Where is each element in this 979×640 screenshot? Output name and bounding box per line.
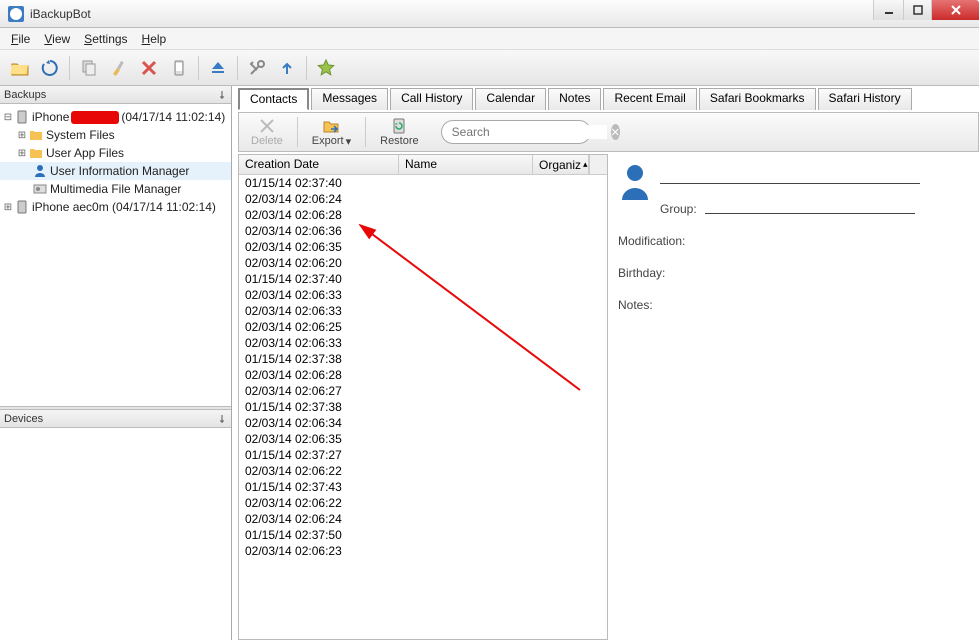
- table-row[interactable]: 02/03/14 02:06:33: [239, 335, 607, 351]
- contact-name-field: [660, 170, 920, 184]
- table-row[interactable]: 02/03/14 02:06:24: [239, 511, 607, 527]
- tab-safari-bookmarks[interactable]: Safari Bookmarks: [699, 88, 816, 110]
- contact-detail-panel: Group: Modification: Birthday: Notes:: [608, 154, 979, 640]
- refresh-button[interactable]: [36, 54, 64, 82]
- menu-help[interactable]: Help: [135, 30, 174, 48]
- restore-icon: [390, 117, 408, 135]
- menu-file[interactable]: File: [4, 30, 37, 48]
- modification-label: Modification:: [618, 234, 685, 248]
- redacted-name: [71, 111, 119, 124]
- tree-node-system-files[interactable]: ⊞ System Files: [0, 126, 231, 144]
- eject-button[interactable]: [204, 54, 232, 82]
- group-label: Group:: [660, 202, 697, 216]
- group-field: [705, 202, 915, 214]
- delete-button[interactable]: Delete: [245, 117, 289, 147]
- clear-search-button[interactable]: ✕: [611, 124, 620, 140]
- maximize-button[interactable]: [903, 0, 931, 20]
- table-row[interactable]: 02/03/14 02:06:34: [239, 415, 607, 431]
- phone-icon: [14, 199, 30, 215]
- sort-arrow-icon: ▴: [583, 159, 588, 170]
- devices-panel-header: Devices: [0, 410, 231, 428]
- tab-safari-history[interactable]: Safari History: [818, 88, 912, 110]
- list-rows[interactable]: 01/15/14 02:37:4002/03/14 02:06:2402/03/…: [239, 175, 607, 639]
- table-row[interactable]: 02/03/14 02:06:35: [239, 431, 607, 447]
- table-row[interactable]: 01/15/14 02:37:27: [239, 447, 607, 463]
- table-row[interactable]: 01/15/14 02:37:40: [239, 271, 607, 287]
- upload-button[interactable]: [273, 54, 301, 82]
- table-row[interactable]: 01/15/14 02:37:50: [239, 527, 607, 543]
- tab-notes[interactable]: Notes: [548, 88, 601, 110]
- table-row[interactable]: 02/03/14 02:06:22: [239, 495, 607, 511]
- table-row[interactable]: 01/15/14 02:37:40: [239, 175, 607, 191]
- media-icon: [32, 181, 48, 197]
- phone-button[interactable]: [165, 54, 193, 82]
- table-row[interactable]: 02/03/14 02:06:36: [239, 223, 607, 239]
- column-organization[interactable]: Organiz▴: [533, 155, 589, 174]
- open-folder-button[interactable]: [6, 54, 34, 82]
- table-row[interactable]: 01/15/14 02:37:38: [239, 399, 607, 415]
- column-creation-date[interactable]: Creation Date: [239, 155, 399, 174]
- titlebar[interactable]: iBackupBot: [0, 0, 979, 28]
- tree-node-device1[interactable]: ⊟ iPhone (04/17/14 11:02:14): [0, 108, 231, 126]
- column-name[interactable]: Name: [399, 155, 533, 174]
- table-row[interactable]: 01/15/14 02:37:43: [239, 479, 607, 495]
- tabs: Contacts Messages Call History Calendar …: [238, 88, 979, 110]
- backups-panel-header: Backups: [0, 86, 231, 104]
- chevron-down-icon: ▾: [346, 135, 352, 148]
- birthday-label: Birthday:: [618, 266, 665, 280]
- tab-contacts[interactable]: Contacts: [238, 88, 309, 110]
- table-row[interactable]: 02/03/14 02:06:20: [239, 255, 607, 271]
- table-row[interactable]: 01/15/14 02:37:38: [239, 351, 607, 367]
- table-row[interactable]: 02/03/14 02:06:33: [239, 287, 607, 303]
- search-box[interactable]: ✕: [441, 120, 591, 144]
- person-icon: [32, 163, 48, 179]
- table-row[interactable]: 02/03/14 02:06:25: [239, 319, 607, 335]
- export-button[interactable]: Export▾: [306, 117, 357, 148]
- tab-recent-email[interactable]: Recent Email: [603, 88, 696, 110]
- tab-calendar[interactable]: Calendar: [475, 88, 546, 110]
- minimize-button[interactable]: [873, 0, 903, 20]
- table-row[interactable]: 02/03/14 02:06:28: [239, 367, 607, 383]
- tree-node-user-app-files[interactable]: ⊞ User App Files: [0, 144, 231, 162]
- app-icon: [8, 6, 24, 22]
- table-row[interactable]: 02/03/14 02:06:27: [239, 383, 607, 399]
- folder-icon: [28, 127, 44, 143]
- table-row[interactable]: 02/03/14 02:06:28: [239, 207, 607, 223]
- window-title: iBackupBot: [30, 7, 91, 21]
- brush-button[interactable]: [105, 54, 133, 82]
- tab-call-history[interactable]: Call History: [390, 88, 473, 110]
- restore-button[interactable]: Restore: [374, 117, 425, 147]
- tree-node-user-info-manager[interactable]: User Information Manager: [0, 162, 231, 180]
- avatar-icon: [618, 162, 652, 200]
- folder-icon: [28, 145, 44, 161]
- menu-settings[interactable]: Settings: [77, 30, 134, 48]
- table-row[interactable]: 02/03/14 02:06:23: [239, 543, 607, 559]
- pin-icon[interactable]: [217, 414, 227, 424]
- copy-button[interactable]: [75, 54, 103, 82]
- search-input[interactable]: [452, 125, 607, 139]
- table-row[interactable]: 02/03/14 02:06:24: [239, 191, 607, 207]
- close-button[interactable]: [931, 0, 979, 20]
- devices-body: [0, 428, 231, 640]
- pin-icon[interactable]: [217, 90, 227, 100]
- menu-view[interactable]: View: [37, 30, 77, 48]
- export-icon: [322, 117, 340, 135]
- menubar: File View Settings Help: [0, 28, 979, 50]
- notes-label: Notes:: [618, 298, 653, 312]
- tree-node-device2[interactable]: ⊞ iPhone aec0m (04/17/14 11:02:14): [0, 198, 231, 216]
- main-toolbar: [0, 50, 979, 86]
- action-bar: Delete Export▾ Restore ✕: [238, 112, 979, 152]
- delete-x-button[interactable]: [135, 54, 163, 82]
- tools-button[interactable]: [243, 54, 271, 82]
- table-row[interactable]: 02/03/14 02:06:22: [239, 463, 607, 479]
- table-row[interactable]: 02/03/14 02:06:35: [239, 239, 607, 255]
- tree-node-multimedia-manager[interactable]: Multimedia File Manager: [0, 180, 231, 198]
- delete-icon: [258, 117, 276, 135]
- table-row[interactable]: 02/03/14 02:06:33: [239, 303, 607, 319]
- contacts-list: Creation Date Name Organiz▴ 01/15/14 02:…: [238, 154, 608, 640]
- tab-messages[interactable]: Messages: [311, 88, 388, 110]
- phone-icon: [14, 109, 30, 125]
- star-button[interactable]: [312, 54, 340, 82]
- backups-tree[interactable]: ⊟ iPhone (04/17/14 11:02:14) ⊞ System Fi…: [0, 104, 231, 406]
